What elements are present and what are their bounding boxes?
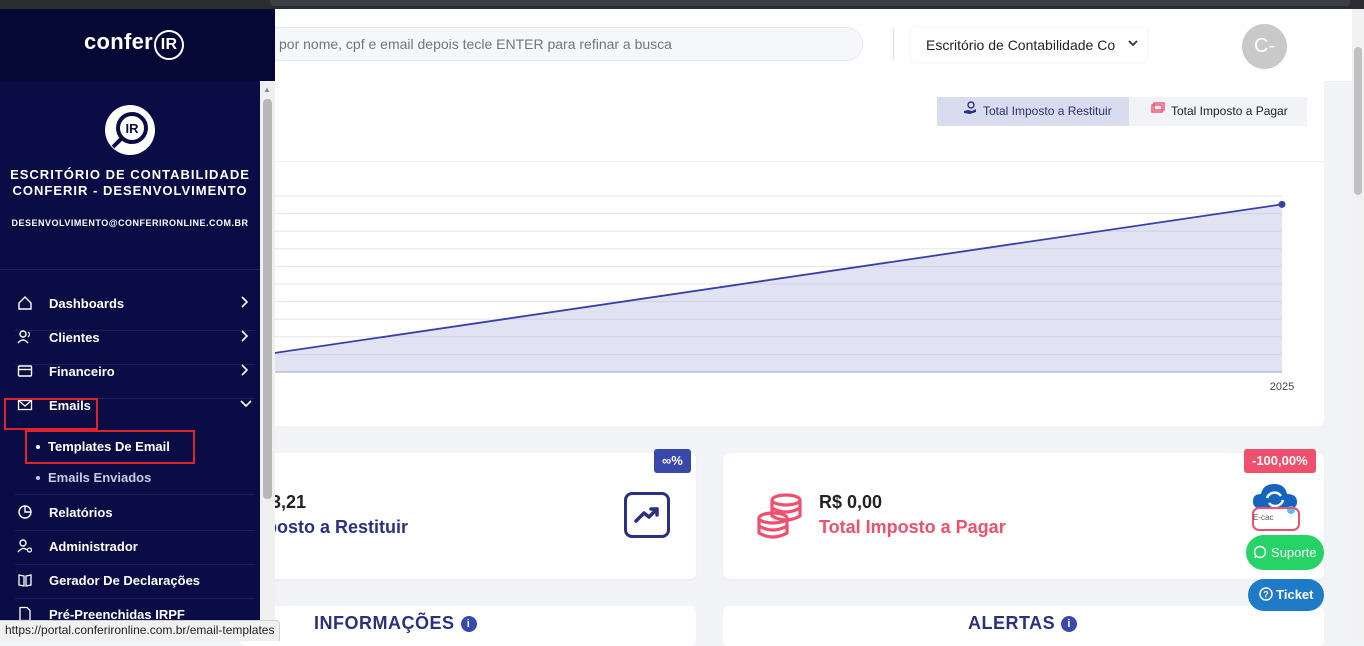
hand-coin-icon bbox=[963, 97, 977, 126]
book-icon bbox=[17, 572, 33, 588]
sidebar-subitem-label: Emails Enviados bbox=[48, 470, 152, 485]
chart-card-divider bbox=[240, 161, 1324, 162]
toggle-restituir-label: Total Imposto a Restituir bbox=[983, 104, 1112, 118]
company-email: DESENVOLVIMENTO@CONFERIRONLINE.COM.BR bbox=[11, 218, 249, 228]
office-select-value: Escritório de Contabilidade Co bbox=[926, 37, 1116, 53]
badge-restituir-pct: ∞% bbox=[654, 449, 691, 473]
chart-area-fill bbox=[240, 204, 1282, 372]
sidebar-item-relatorios[interactable]: Relatórios bbox=[0, 495, 260, 529]
sidebar-scrollbar-thumb[interactable] bbox=[263, 99, 272, 499]
chart-points bbox=[1278, 200, 1286, 208]
whatsapp-icon bbox=[1253, 545, 1271, 560]
company-logo: IR bbox=[105, 105, 155, 155]
sidebar-item-dashboards[interactable]: Dashboards bbox=[0, 286, 260, 320]
ticket-button[interactable]: ? Ticket bbox=[1248, 579, 1324, 611]
sidebar-item-gerador[interactable]: Gerador De Declarações bbox=[0, 563, 260, 597]
user-gear-icon bbox=[17, 538, 33, 554]
sidebar-item-label: Gerador De Declarações bbox=[49, 572, 201, 588]
area-chart: 2025 bbox=[240, 195, 1294, 393]
pagar-amount: R$ 0,00 bbox=[819, 492, 883, 512]
sidebar-subitem-enviados[interactable]: Emails Enviados bbox=[36, 470, 151, 485]
ecac-label: E-cac bbox=[1253, 513, 1274, 522]
chevron-right-icon bbox=[240, 295, 250, 311]
page-scrollbar[interactable] bbox=[1352, 9, 1364, 640]
pagar-label: Total Imposto a Pagar bbox=[819, 517, 1006, 537]
card-icon bbox=[17, 363, 33, 379]
trend-up-icon bbox=[624, 492, 670, 538]
chart-toggle-group: Total Imposto a Restituir Total Imposto … bbox=[937, 97, 1307, 126]
app-logo[interactable]: confer IR bbox=[84, 29, 185, 60]
toggle-pagar[interactable]: Total Imposto a Pagar bbox=[1129, 97, 1307, 126]
sidebar-item-label: Relatórios bbox=[49, 504, 113, 520]
info-panel-title: INFORMAÇÕES i bbox=[314, 613, 477, 634]
info-icon[interactable]: i bbox=[460, 615, 477, 632]
pie-chart-icon bbox=[17, 504, 33, 520]
badge-pagar-pct: -100,00% bbox=[1244, 449, 1316, 473]
ticket-label: Ticket bbox=[1276, 587, 1314, 602]
restituir-label: posto a Restituir bbox=[266, 517, 409, 537]
sidebar-item-label: Clientes bbox=[49, 329, 100, 345]
search-input[interactable] bbox=[277, 35, 866, 53]
highlight-box-templates bbox=[25, 430, 195, 464]
suporte-button[interactable]: Suporte bbox=[1246, 535, 1324, 570]
chevron-down-icon bbox=[240, 398, 252, 412]
coins-icon bbox=[756, 492, 806, 545]
help-circle-icon: ? bbox=[1258, 587, 1277, 602]
sidebar: confer IR ▲ IR ESCRITÓRIO DE CONTABILIDAD… bbox=[0, 9, 275, 640]
browser-strip bbox=[0, 0, 1364, 9]
info-panel-title-text: INFORMAÇÕES bbox=[314, 613, 455, 633]
sidebar-item-clientes[interactable]: Clientes bbox=[0, 320, 260, 354]
home-icon bbox=[17, 295, 33, 311]
bullet-icon bbox=[36, 475, 40, 480]
toggle-pagar-label: Total Imposto a Pagar bbox=[1171, 104, 1288, 118]
search-bar[interactable] bbox=[200, 27, 866, 61]
sidebar-item-financeiro[interactable]: Financeiro bbox=[0, 354, 260, 388]
chart-point[interactable] bbox=[1278, 200, 1286, 208]
browser-tabbar bbox=[270, 0, 1350, 6]
page-scrollbar-thumb[interactable] bbox=[1354, 47, 1362, 195]
users-icon bbox=[17, 329, 33, 345]
header-divider bbox=[893, 29, 894, 59]
chevron-right-icon bbox=[240, 363, 250, 379]
restituir-amount: 3,21 bbox=[271, 492, 307, 512]
sidebar-divider bbox=[0, 269, 260, 270]
chevron-right-icon bbox=[240, 329, 250, 345]
stat-card-pagar bbox=[723, 453, 1324, 579]
svg-text:IR: IR bbox=[126, 121, 140, 136]
sidebar-item-administrador[interactable]: Administrador bbox=[0, 529, 260, 563]
company-name: ESCRITÓRIO DE CONTABILIDADE CONFERIR - D… bbox=[10, 167, 250, 198]
info-icon[interactable]: i bbox=[1061, 615, 1078, 632]
alerts-panel-title: ALERTAS i bbox=[968, 613, 1078, 634]
cloud-sync-icon bbox=[1252, 484, 1300, 531]
ecac-sync-widget[interactable]: E-cac bbox=[1249, 478, 1313, 532]
sidebar-item-label: Administrador bbox=[49, 538, 138, 554]
sidebar-logo-area: confer IR bbox=[0, 9, 275, 81]
sidebar-item-label: Dashboards bbox=[49, 295, 125, 311]
money-icon bbox=[1151, 97, 1165, 126]
avatar[interactable]: C- bbox=[1242, 24, 1287, 69]
scroll-up-icon[interactable]: ▲ bbox=[263, 85, 271, 94]
chart-x-ticks: 2025 bbox=[1270, 381, 1294, 393]
office-select[interactable]: Escritório de Contabilidade Co bbox=[911, 28, 1147, 62]
toggle-restituir[interactable]: Total Imposto a Restituir bbox=[937, 97, 1129, 126]
sidebar-item-label: Financeiro bbox=[49, 363, 115, 379]
highlight-box-emails bbox=[4, 398, 98, 430]
chevron-down-icon bbox=[1127, 28, 1139, 62]
svg-text:?: ? bbox=[1263, 590, 1269, 600]
chart-x-tick-label: 2025 bbox=[1270, 381, 1294, 393]
alerts-panel-title-text: ALERTAS bbox=[968, 613, 1056, 633]
suporte-label: Suporte bbox=[1271, 545, 1317, 560]
status-bar-url: https://portal.conferironline.com.br/ema… bbox=[0, 620, 281, 641]
sidebar-scrollbar[interactable]: ▲ bbox=[260, 81, 275, 640]
